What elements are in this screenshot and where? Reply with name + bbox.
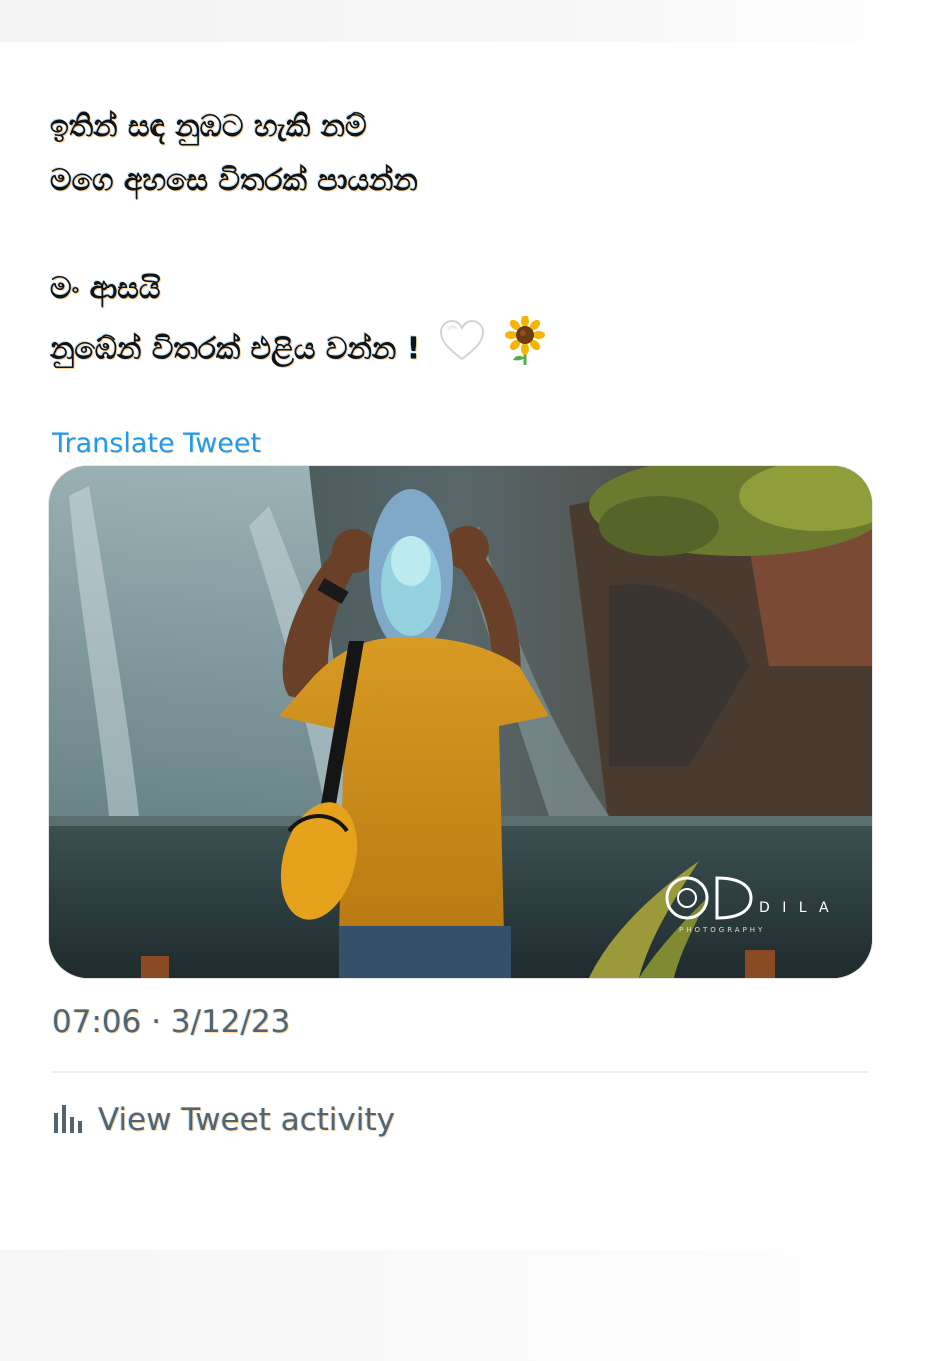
view-tweet-activity-link[interactable]: View Tweet activity [52,1098,395,1142]
white-heart-emoji [439,319,485,381]
tweet-line-2: මගෙ අහසෙ විතරක් පායන්න [50,163,418,198]
tweet-text: ඉතින් සඳ නුඹට හැකි නම් මගෙ අහසෙ විතරක් ප… [50,100,870,370]
bottom-band [0,1250,936,1361]
tweet-line-4: නුඹේන් විතරක් එළිය වන්න ! [50,315,870,370]
tweet-timestamp[interactable]: 07:06 · 3/12/23 [52,1004,290,1040]
divider [52,1071,868,1073]
tweet-media-photo[interactable]: D I L A PHOTOGRAPHY [48,465,873,979]
activity-label: View Tweet activity [98,1102,395,1138]
bar-chart-icon [52,1103,84,1137]
translate-tweet-link[interactable]: Translate Tweet [52,428,261,459]
photo-illustration: D I L A PHOTOGRAPHY [49,466,872,978]
tweet-line-1: ඉතින් සඳ නුඹට හැකි නම් [50,109,367,144]
watermark-name: D I L A [759,900,833,916]
top-band [0,0,936,42]
watermark-tagline: PHOTOGRAPHY [679,926,765,934]
sunflower-emoji [503,315,547,384]
tweet-line-4-text: නුඹේන් විතරක් එළිය වන්න ! [50,331,421,367]
tweet-line-gap [50,208,870,262]
tweet-line-3: මං ආසයි [50,271,161,306]
